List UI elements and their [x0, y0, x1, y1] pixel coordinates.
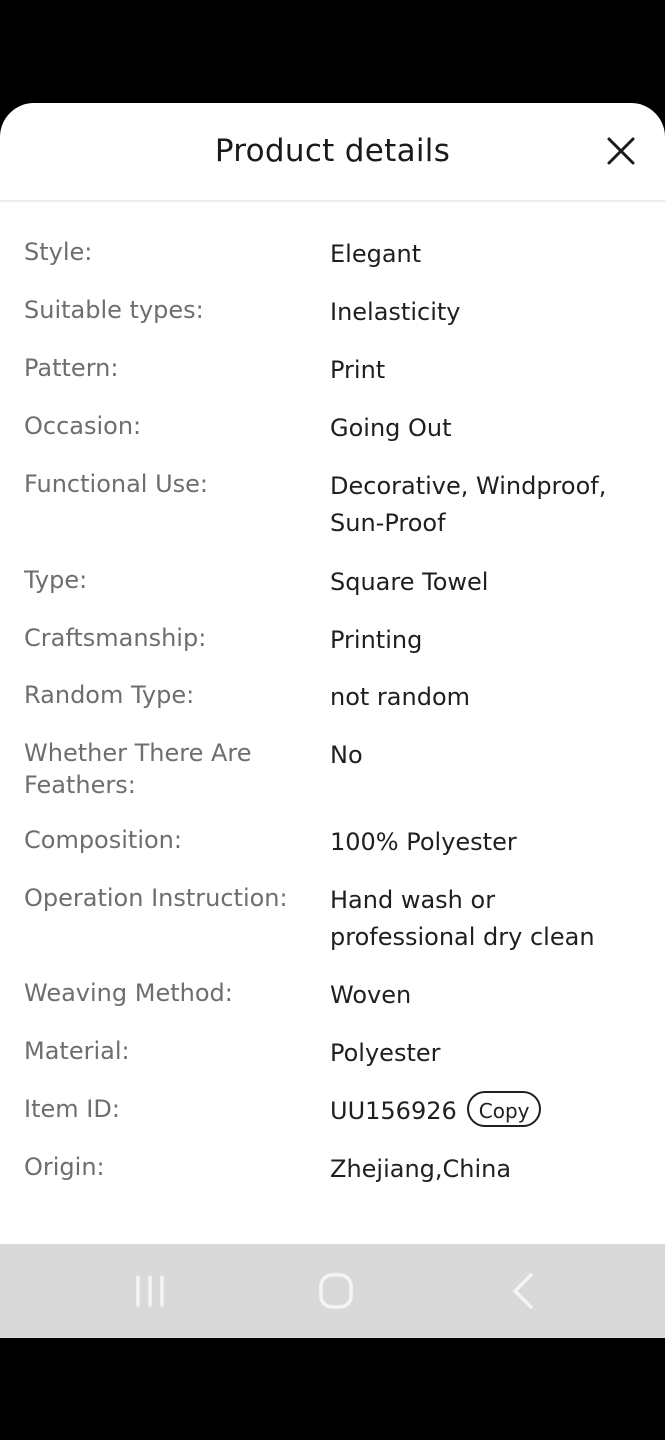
copy-button[interactable]: Copy: [466, 1091, 542, 1127]
detail-value: No: [330, 741, 363, 769]
detail-label: Operation Instruction:: [24, 884, 288, 912]
product-details-sheet: Product details Style: Elegant Suitable …: [0, 103, 665, 1244]
close-button[interactable]: [603, 133, 639, 169]
detail-value: Decorative, Windproof, Sun-Proof: [330, 472, 607, 537]
item-id-value: UU156926: [330, 1097, 457, 1125]
detail-value: Print: [330, 356, 386, 384]
sheet-header: Product details: [0, 103, 665, 202]
screen: Product details Style: Elegant Suitable …: [0, 0, 665, 1440]
detail-label: Material:: [24, 1037, 130, 1065]
detail-label: Item ID:: [24, 1095, 120, 1123]
detail-value: Going Out: [330, 414, 452, 442]
detail-label: Weaving Method:: [24, 979, 233, 1007]
detail-value: Woven: [330, 981, 412, 1009]
detail-label: Craftsmanship:: [24, 624, 207, 652]
detail-label: Suitable types:: [24, 296, 204, 324]
detail-label: Whether There Are Feathers:: [24, 739, 252, 799]
detail-value: Square Towel: [330, 568, 489, 596]
recent-apps-icon: [136, 1275, 164, 1307]
detail-value: not random: [330, 683, 471, 711]
close-icon: [607, 137, 635, 165]
detail-value: Zhejiang,China: [330, 1155, 512, 1183]
detail-label: Pattern:: [24, 354, 119, 382]
bottom-bezel: [0, 1338, 665, 1440]
detail-label: Functional Use:: [24, 470, 209, 498]
detail-value: Elegant: [330, 240, 422, 268]
detail-label: Style:: [24, 238, 93, 266]
detail-label: Random Type:: [24, 681, 195, 709]
detail-value: Hand wash or professional dry clean: [330, 886, 595, 951]
detail-value: Polyester: [330, 1039, 441, 1067]
detail-value: Printing: [330, 626, 423, 654]
system-navigation-bar: [0, 1244, 665, 1338]
detail-value: 100% Polyester: [330, 828, 517, 856]
recent-apps-button[interactable]: [130, 1271, 170, 1311]
detail-label: Origin:: [24, 1153, 105, 1181]
detail-label: Occasion:: [24, 412, 142, 440]
back-button[interactable]: [503, 1271, 543, 1311]
home-icon: [319, 1273, 353, 1309]
detail-label: Composition:: [24, 826, 182, 854]
back-icon: [513, 1273, 533, 1309]
detail-label: Type:: [24, 566, 88, 594]
detail-value-wrap: UU156926 Copy: [330, 1091, 640, 1130]
detail-value: Inelasticity: [330, 298, 461, 326]
sheet-title: Product details: [214, 133, 451, 169]
home-button[interactable]: [316, 1271, 356, 1311]
